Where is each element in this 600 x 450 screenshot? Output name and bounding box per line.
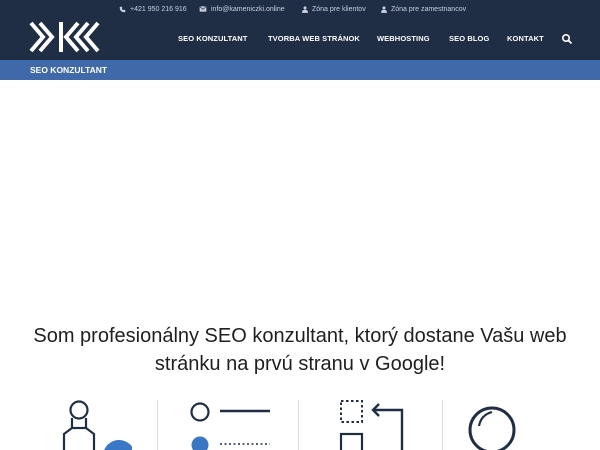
nav-item-kontakt[interactable]: KONTAKT [507, 34, 544, 43]
page-title: SEO KONZULTANT [30, 65, 108, 75]
email-address: info@kameniczki.online [211, 5, 285, 13]
envelope-icon [199, 6, 207, 12]
layout-arrows-icon [339, 400, 404, 450]
seo-person-icon [62, 400, 132, 450]
feature-divider [298, 400, 299, 450]
staff-zone-label: Zóna pre zamestnancov [391, 5, 467, 13]
headline-line-2: stránku na prvú stranu v Google! [154, 353, 446, 375]
list-icon [190, 402, 270, 450]
feature-divider [442, 400, 443, 450]
staff-zone-link[interactable]: Zóna pre zamestnancov [381, 3, 466, 15]
nav-item-webhosting[interactable]: WEBHOSTING [377, 34, 430, 43]
phone-number: +421 950 216 916 [130, 5, 187, 13]
magnifier-circle-icon [468, 406, 516, 450]
nav-item-tvorba-web-stranok[interactable]: TVORBA WEB STRÁNOK [268, 34, 360, 43]
client-zone-label: Zóna pre klientov [312, 5, 366, 13]
page-title-bar: SEO KONZULTANT [0, 60, 600, 80]
feature-divider [157, 400, 158, 450]
nav-item-seo-blog[interactable]: SEO BLOG [449, 34, 489, 43]
site-header: +421 950 216 916 info@kameniczki.online … [0, 0, 600, 60]
site-logo[interactable] [28, 20, 104, 54]
user-icon [302, 5, 308, 13]
phone-link[interactable]: +421 950 216 916 [119, 3, 187, 15]
hero-area [0, 80, 600, 310]
headline: Som profesionálny SEO konzultant, ktorý … [0, 322, 600, 378]
headline-line-1: Som profesionálny SEO konzultant, ktorý … [33, 325, 567, 347]
user-icon [381, 5, 387, 13]
nav-item-seo-konzultant[interactable]: SEO KONZULTANT [178, 34, 247, 43]
top-contact-bar: +421 950 216 916 info@kameniczki.online … [0, 0, 600, 18]
phone-icon [119, 6, 126, 12]
client-zone-link[interactable]: Zóna pre klientov [302, 3, 366, 15]
email-link[interactable]: info@kameniczki.online [199, 3, 285, 15]
search-icon[interactable] [561, 33, 573, 45]
